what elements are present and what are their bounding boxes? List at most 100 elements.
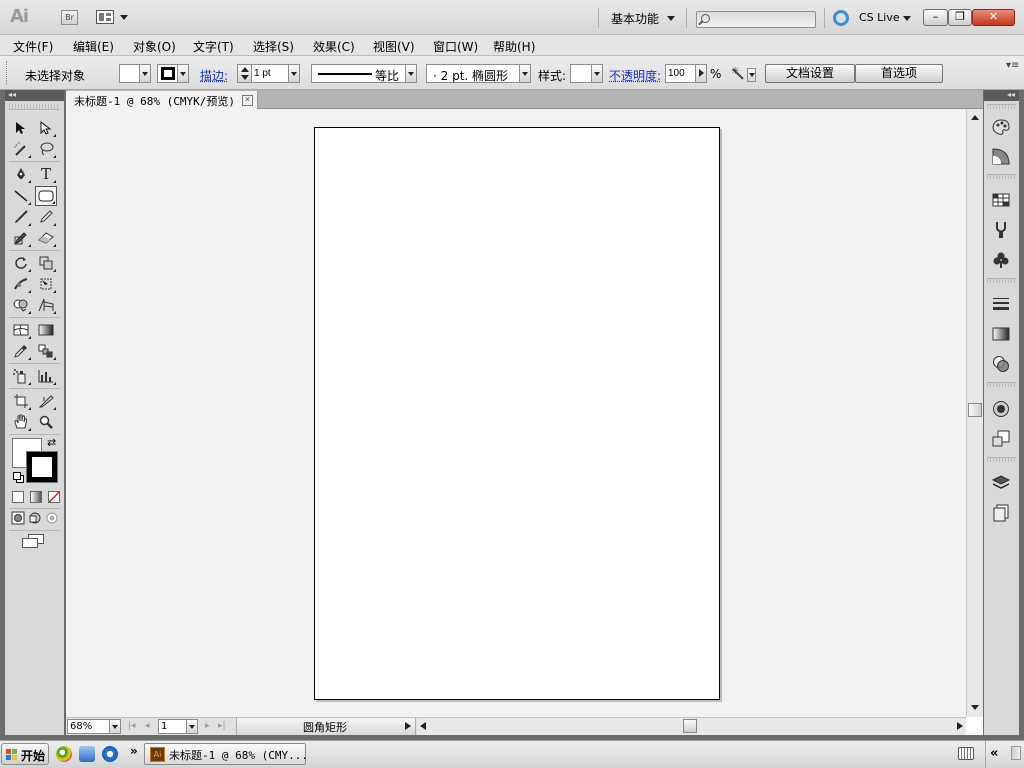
artboard-tool-icon[interactable] bbox=[10, 391, 32, 411]
dropdown-button[interactable] bbox=[288, 65, 299, 82]
chevron-right-icon[interactable] bbox=[695, 65, 706, 82]
dropdown-button[interactable] bbox=[177, 65, 188, 82]
graphic-style-dropdown[interactable] bbox=[570, 64, 603, 83]
stroke-swatch[interactable] bbox=[26, 451, 58, 483]
none-mode-icon[interactable] bbox=[48, 491, 60, 503]
menu-help[interactable]: 帮助(H) bbox=[493, 38, 535, 55]
perspective-grid-tool-icon[interactable] bbox=[35, 295, 57, 315]
rounded-rectangle-tool-icon[interactable] bbox=[35, 186, 57, 206]
selection-tool-icon[interactable] bbox=[10, 118, 32, 138]
start-button[interactable]: 开始 bbox=[1, 743, 49, 765]
lasso-tool-icon[interactable] bbox=[35, 139, 57, 159]
free-transform-tool-icon[interactable] bbox=[35, 274, 57, 294]
direct-selection-tool-icon[interactable] bbox=[35, 118, 57, 138]
pen-tool-icon[interactable] bbox=[10, 164, 32, 184]
shape-builder-tool-icon[interactable] bbox=[10, 295, 32, 315]
panel-grip[interactable] bbox=[6, 61, 10, 85]
status-menu[interactable]: 圆角矩形 bbox=[236, 718, 416, 735]
internet-explorer-icon[interactable] bbox=[102, 746, 118, 762]
draw-normal-icon[interactable] bbox=[11, 511, 25, 525]
scroll-down-icon[interactable] bbox=[969, 702, 981, 714]
screen-mode-icon[interactable] bbox=[22, 534, 46, 550]
artboards-panel-icon[interactable] bbox=[992, 504, 1010, 522]
line-segment-tool-icon[interactable] bbox=[10, 186, 32, 206]
opacity-field[interactable] bbox=[665, 64, 707, 83]
stroke-color-dropdown[interactable] bbox=[157, 64, 189, 83]
panel-grip[interactable] bbox=[987, 382, 1016, 387]
swap-fill-stroke-icon[interactable]: ⇄ bbox=[47, 436, 56, 449]
swatches-panel-icon[interactable] bbox=[992, 191, 1010, 209]
restore-button[interactable]: ❐ bbox=[948, 9, 972, 26]
close-icon[interactable]: × bbox=[241, 95, 253, 106]
expand-panels-button[interactable]: ◂◂ bbox=[984, 90, 1019, 101]
dropdown-button[interactable] bbox=[186, 720, 197, 733]
canvas[interactable] bbox=[66, 109, 966, 717]
column-graph-tool-icon[interactable] bbox=[35, 366, 57, 386]
eyedropper-tool-icon[interactable] bbox=[10, 341, 32, 361]
keyboard-icon[interactable] bbox=[958, 747, 974, 760]
minimize-button[interactable]: – bbox=[923, 9, 948, 26]
dropdown-button[interactable] bbox=[405, 65, 416, 82]
more-quicklaunch-button[interactable]: » bbox=[130, 744, 138, 758]
artboard[interactable] bbox=[314, 127, 720, 700]
pencil-tool-icon[interactable] bbox=[35, 207, 57, 227]
recolor-dropdown[interactable] bbox=[747, 68, 756, 82]
warp-tool-icon[interactable] bbox=[10, 274, 32, 294]
document-setup-button[interactable]: 文档设置 bbox=[765, 64, 855, 83]
media-player-icon[interactable] bbox=[56, 746, 72, 762]
workspace-switcher[interactable]: 基本功能 bbox=[611, 10, 676, 27]
scroll-left-icon[interactable] bbox=[420, 722, 426, 730]
help-search-input[interactable] bbox=[715, 13, 813, 26]
rotate-tool-icon[interactable] bbox=[10, 253, 32, 273]
arrange-documents-button[interactable] bbox=[96, 10, 130, 26]
menu-select[interactable]: 选择(S) bbox=[253, 38, 294, 55]
slice-tool-icon[interactable] bbox=[35, 391, 57, 411]
type-tool-icon[interactable]: T bbox=[35, 164, 57, 184]
panel-grip[interactable] bbox=[987, 104, 1016, 109]
scroll-thumb[interactable] bbox=[968, 403, 982, 417]
hand-tool-icon[interactable] bbox=[10, 412, 32, 432]
last-artboard-icon[interactable]: ▸| bbox=[218, 721, 226, 731]
symbol-sprayer-tool-icon[interactable] bbox=[10, 366, 32, 386]
draw-behind-icon[interactable] bbox=[28, 511, 42, 525]
color-mode-icon[interactable] bbox=[12, 491, 24, 503]
panel-grip[interactable] bbox=[987, 457, 1016, 462]
zoom-level-dropdown[interactable]: 68% bbox=[67, 719, 121, 734]
panel-menu-icon[interactable]: ▾≡ bbox=[1006, 60, 1019, 71]
magic-wand-tool-icon[interactable] bbox=[10, 139, 32, 159]
color-panel-icon[interactable] bbox=[992, 118, 1010, 136]
close-button[interactable]: ✕ bbox=[972, 9, 1015, 26]
dropdown-button[interactable] bbox=[139, 65, 150, 82]
panel-grip[interactable] bbox=[987, 278, 1016, 283]
menu-view[interactable]: 视图(V) bbox=[373, 38, 415, 55]
default-fill-stroke-icon[interactable] bbox=[13, 472, 24, 483]
vertical-scrollbar[interactable] bbox=[966, 109, 983, 717]
menu-object[interactable]: 对象(O) bbox=[133, 38, 176, 55]
first-artboard-icon[interactable]: |◂ bbox=[128, 721, 136, 731]
horizontal-scrollbar[interactable] bbox=[417, 718, 966, 735]
scroll-right-icon[interactable] bbox=[957, 722, 963, 730]
gradient-mode-icon[interactable] bbox=[30, 491, 42, 503]
opacity-input[interactable] bbox=[668, 67, 692, 80]
graphic-styles-panel-icon[interactable] bbox=[992, 430, 1010, 448]
draw-inside-icon[interactable] bbox=[45, 511, 59, 525]
variable-width-profile[interactable]: 等比 bbox=[311, 64, 417, 83]
stepper-arrows-icon[interactable] bbox=[238, 65, 252, 82]
menu-type[interactable]: 文字(T) bbox=[193, 38, 234, 55]
brushes-panel-icon[interactable] bbox=[992, 221, 1010, 239]
layers-panel-icon[interactable] bbox=[991, 474, 1011, 492]
taskbar-item-illustrator[interactable]: Ai 未标题-1 @ 68% (CMY... bbox=[144, 743, 308, 765]
help-search[interactable] bbox=[696, 11, 816, 28]
preferences-button[interactable]: 首选项 bbox=[855, 64, 943, 83]
dropdown-button[interactable] bbox=[591, 65, 602, 82]
artboard-number-dropdown[interactable]: 1 bbox=[158, 719, 198, 734]
stroke-panel-link[interactable]: 描边: bbox=[200, 67, 228, 84]
show-hidden-icons-button[interactable]: « bbox=[990, 746, 998, 761]
paintbrush-tool-icon[interactable] bbox=[10, 207, 32, 227]
blob-brush-tool-icon[interactable] bbox=[10, 228, 32, 248]
dropdown-button[interactable] bbox=[109, 720, 120, 733]
brush-definition[interactable]: · 2 pt. 椭圆形 bbox=[426, 64, 531, 83]
scale-tool-icon[interactable] bbox=[35, 253, 57, 273]
zoom-tool-icon[interactable] bbox=[35, 412, 57, 432]
document-tab[interactable]: 未标题-1 @ 68% (CMYK/预览) × bbox=[66, 91, 258, 109]
